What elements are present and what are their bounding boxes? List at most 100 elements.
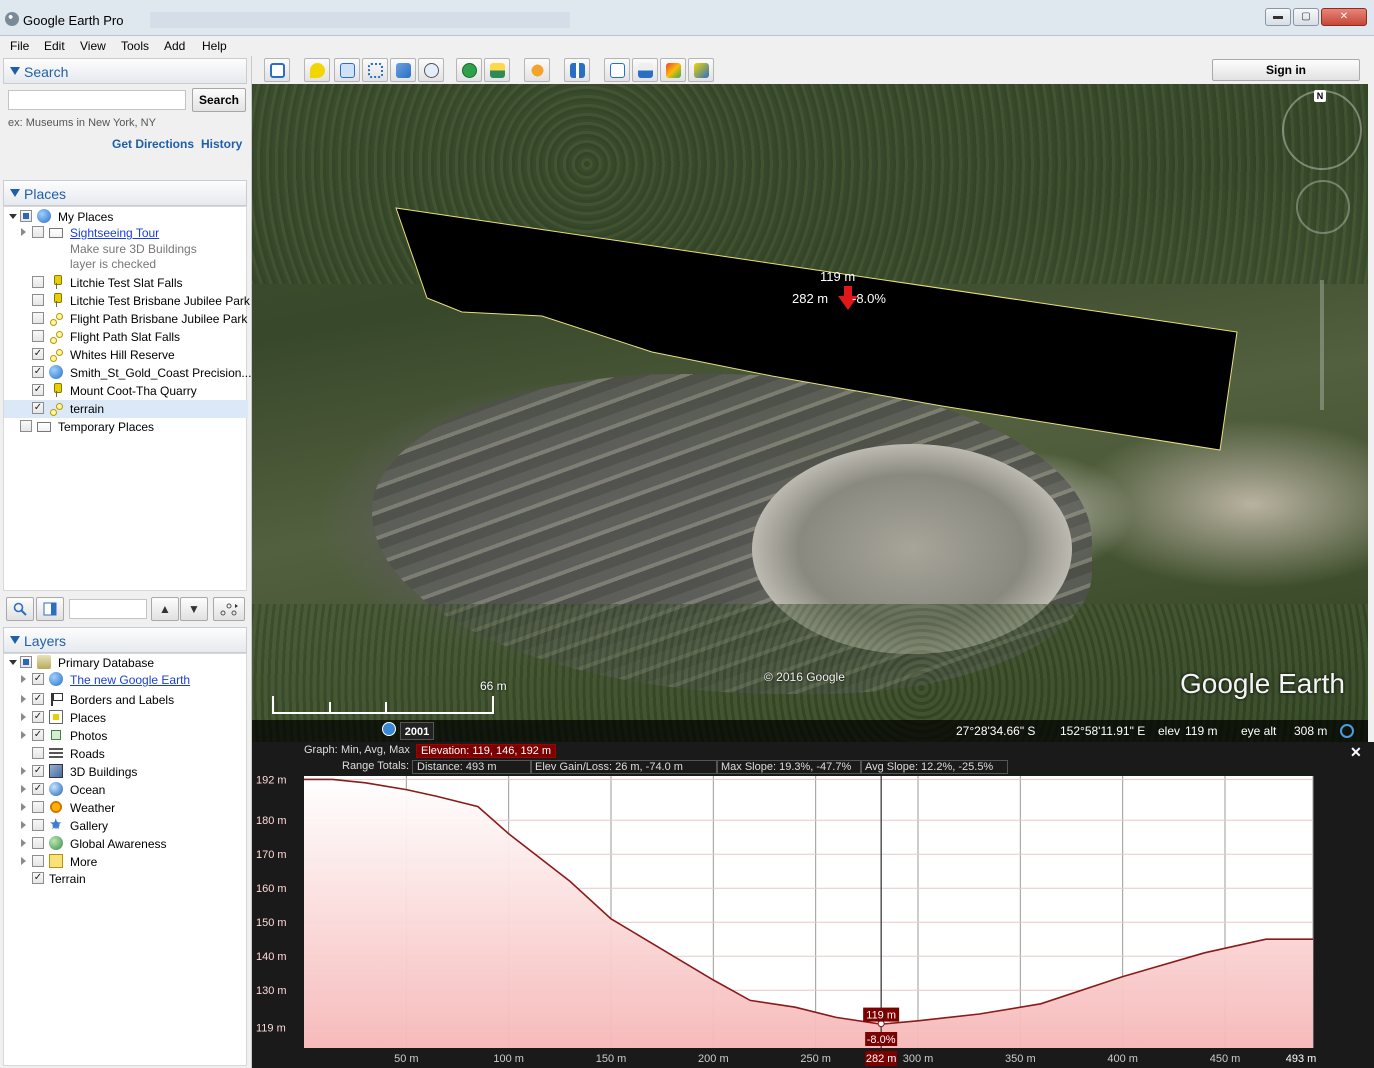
expand-arrow-icon[interactable] — [21, 228, 26, 236]
layer-terrain[interactable]: ✓ Terrain — [4, 870, 248, 888]
checkbox[interactable] — [20, 656, 32, 668]
search-input[interactable] — [8, 90, 186, 110]
search-panel-header[interactable]: Search — [3, 58, 247, 84]
checkbox[interactable] — [32, 312, 44, 324]
expand-arrow-icon[interactable] — [9, 214, 17, 219]
menu-view[interactable]: View — [80, 39, 106, 53]
ruler-button[interactable] — [564, 58, 590, 82]
expand-arrow-icon[interactable] — [21, 695, 26, 703]
menu-file[interactable]: File — [10, 39, 29, 53]
places-filter-input[interactable] — [69, 599, 147, 619]
expand-arrow-icon[interactable] — [21, 803, 26, 811]
email-button[interactable] — [604, 58, 630, 82]
places-item-smith-st[interactable]: ✓ Smith_St_Gold_Coast Precision... — [4, 364, 251, 382]
look-joystick[interactable] — [1296, 180, 1350, 234]
layer-places[interactable]: ✓ Places — [4, 709, 248, 727]
maximize-button[interactable]: ▢ — [1293, 8, 1319, 26]
add-placemark-button[interactable] — [304, 58, 330, 82]
layer-primary-database[interactable]: Primary Database — [4, 654, 248, 672]
places-panel-header[interactable]: Places — [3, 180, 247, 206]
checkbox[interactable] — [32, 330, 44, 342]
sign-in-button[interactable]: Sign in — [1212, 59, 1360, 81]
checkbox-checked[interactable]: ✓ — [32, 384, 44, 396]
sunlight-button[interactable] — [484, 58, 510, 82]
places-item-terrain[interactable]: ✓ terrain — [4, 400, 248, 418]
checkbox-checked[interactable]: ✓ — [32, 765, 44, 777]
search-button[interactable]: Search — [192, 88, 246, 112]
checkbox[interactable] — [32, 226, 44, 238]
imagery-date-clock-icon[interactable] — [382, 722, 396, 736]
layer-label[interactable]: The new Google Earth — [70, 673, 190, 687]
menu-edit[interactable]: Edit — [44, 39, 65, 53]
menu-add[interactable]: Add — [164, 39, 185, 53]
print-button[interactable] — [632, 58, 658, 82]
checkbox-checked[interactable]: ✓ — [32, 783, 44, 795]
history-link[interactable]: History — [201, 137, 242, 151]
checkbox[interactable] — [32, 294, 44, 306]
checkbox-checked[interactable]: ✓ — [32, 366, 44, 378]
get-directions-link[interactable]: Get Directions — [112, 137, 194, 151]
places-item-temporary[interactable]: Temporary Places — [4, 418, 248, 436]
tour-button[interactable] — [213, 597, 245, 621]
checkbox[interactable] — [20, 420, 32, 432]
checkbox[interactable] — [20, 210, 32, 222]
layer-gallery[interactable]: Gallery — [4, 815, 248, 835]
add-image-overlay-button[interactable] — [390, 58, 416, 82]
checkbox[interactable] — [32, 747, 44, 759]
checkbox-checked[interactable]: ✓ — [32, 729, 44, 741]
checkbox[interactable] — [32, 276, 44, 288]
historical-imagery-button[interactable] — [456, 58, 482, 82]
layer-3d-buildings[interactable]: ✓ 3D Buildings — [4, 763, 248, 781]
expand-arrow-icon[interactable] — [21, 731, 26, 739]
zoom-slider[interactable] — [1320, 280, 1324, 410]
checkbox-checked[interactable]: ✓ — [32, 402, 44, 414]
places-item-whites-hill[interactable]: ✓ Whites Hill Reserve — [4, 346, 248, 364]
checkbox-checked[interactable]: ✓ — [32, 872, 44, 884]
menu-tools[interactable]: Tools — [121, 39, 149, 53]
expand-arrow-icon[interactable] — [21, 821, 26, 829]
toggle-panel-button[interactable] — [36, 597, 64, 621]
places-item-flight-brisbane[interactable]: Flight Path Brisbane Jubilee Park — [4, 310, 248, 328]
checkbox[interactable] — [32, 801, 44, 813]
navigation-compass[interactable] — [1282, 90, 1362, 170]
move-down-button[interactable]: ▼ — [180, 597, 208, 621]
layer-global-awareness[interactable]: Global Awareness — [4, 835, 248, 853]
add-polygon-button[interactable] — [334, 58, 360, 82]
checkbox-checked[interactable]: ✓ — [32, 348, 44, 360]
checkbox[interactable] — [32, 855, 44, 867]
layer-roads[interactable]: Roads — [4, 745, 248, 763]
checkbox-checked[interactable]: ✓ — [32, 711, 44, 723]
view-in-maps-button[interactable] — [660, 58, 686, 82]
elevation-profile-chart[interactable]: 192 m 180 m 170 m 160 m 150 m 140 m 130 m 119 m… — [252, 742, 1374, 1068]
expand-arrow-icon[interactable] — [9, 660, 17, 665]
expand-arrow-icon[interactable] — [21, 857, 26, 865]
save-image-button[interactable] — [688, 58, 714, 82]
earth-3d-view[interactable]: 119 m 282 m -8.0% N 66 m © 2016 Google G… — [252, 84, 1368, 742]
minimize-button[interactable]: ▬ — [1265, 8, 1291, 26]
expand-arrow-icon[interactable] — [21, 675, 26, 683]
layer-new-google-earth[interactable]: ✓ The new Google Earth — [4, 671, 248, 689]
search-places-button[interactable] — [6, 597, 34, 621]
expand-arrow-icon[interactable] — [21, 785, 26, 793]
record-tour-button[interactable] — [418, 58, 444, 82]
toggle-sidebar-button[interactable] — [264, 58, 290, 82]
add-path-button[interactable] — [362, 58, 388, 82]
places-item-flight-slat[interactable]: Flight Path Slat Falls — [4, 328, 248, 346]
layer-weather[interactable]: Weather — [4, 799, 248, 817]
places-item-litchie-slat[interactable]: Litchie Test Slat Falls — [4, 274, 248, 292]
checkbox[interactable] — [32, 837, 44, 849]
places-item-label[interactable]: Sightseeing Tour — [70, 226, 159, 240]
menu-help[interactable]: Help — [202, 39, 227, 53]
close-button[interactable]: ✕ — [1321, 8, 1367, 26]
expand-arrow-icon[interactable] — [21, 767, 26, 775]
switch-planet-button[interactable] — [524, 58, 550, 82]
expand-arrow-icon[interactable] — [21, 713, 26, 721]
compass-north-icon[interactable]: N — [1314, 90, 1326, 102]
layer-ocean[interactable]: ✓ Ocean — [4, 781, 248, 799]
layer-more[interactable]: More — [4, 853, 248, 871]
places-item-coot-tha[interactable]: ✓ Mount Coot-Tha Quarry — [4, 382, 248, 400]
layer-borders-labels[interactable]: ✓ Borders and Labels — [4, 691, 248, 709]
expand-arrow-icon[interactable] — [21, 839, 26, 847]
places-item-litchie-brisbane[interactable]: Litchie Test Brisbane Jubilee Park — [4, 292, 250, 310]
move-up-button[interactable]: ▲ — [151, 597, 179, 621]
